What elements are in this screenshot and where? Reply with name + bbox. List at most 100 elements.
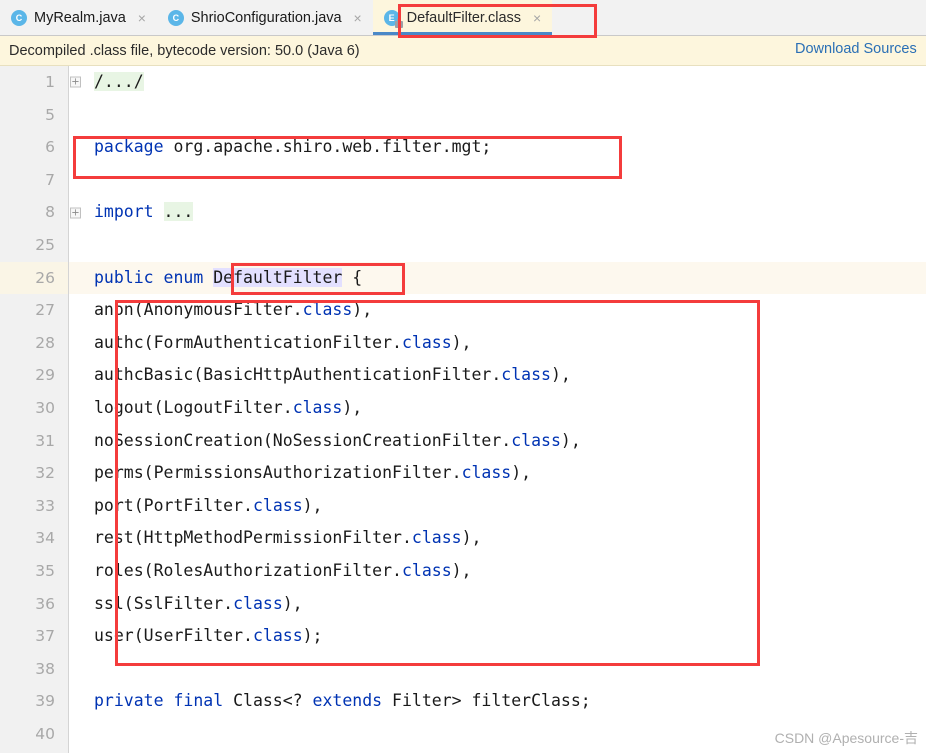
fold-cell — [68, 229, 83, 262]
code-line[interactable] — [83, 229, 926, 262]
fold-cell — [68, 685, 83, 718]
line-number-gutter: 1 5 6 7 8 25 26 27 28 29 30 31 32 33 34 35 36 37 38 39 40 — [0, 66, 68, 753]
line-number: 40 — [35, 724, 55, 743]
line-number: 35 — [35, 561, 55, 580]
code-token: class — [461, 463, 512, 483]
code-line[interactable]: noSessionCreation(NoSessionCreationFilte… — [83, 425, 926, 458]
line-number: 5 — [45, 105, 55, 124]
code-line[interactable] — [83, 164, 926, 197]
code-token: DefaultFilter — [213, 267, 343, 287]
code-line[interactable]: authc(FormAuthenticationFilter.class), — [83, 327, 926, 360]
fold-expand-icon[interactable]: + — [70, 207, 81, 219]
close-icon[interactable]: × — [352, 11, 364, 25]
code-token: class — [411, 528, 462, 548]
fold-cell — [68, 555, 83, 588]
fold-cell — [68, 294, 83, 327]
code-content-area[interactable]: /.../ package org.apache.shiro.web.filter… — [83, 66, 926, 753]
line-number: 34 — [35, 529, 55, 548]
watermark: CSDN @Apesource-吉 — [774, 730, 918, 746]
code-token: noSessionCreation(NoSessionCreationFilte… — [94, 430, 512, 450]
line-number: 26 — [0, 261, 68, 295]
code-token: ); — [302, 626, 323, 646]
line-number: 28 — [35, 333, 55, 352]
code-folding-column[interactable]: + + — [68, 66, 83, 753]
code-line[interactable]: /.../ — [83, 66, 926, 99]
line-number: 39 — [35, 692, 55, 711]
code-line[interactable]: ssl(SslFilter.class), — [83, 588, 926, 621]
line-number: 7 — [45, 170, 55, 189]
fold-cell — [68, 425, 83, 458]
gutter-separator — [68, 66, 69, 753]
line-number: 27 — [35, 301, 55, 320]
fold-cell — [68, 620, 83, 653]
code-line[interactable]: roles(RolesAuthorizationFilter.class), — [83, 555, 926, 588]
code-line[interactable]: authcBasic(BasicHttpAuthenticationFilter… — [83, 359, 926, 392]
code-line[interactable]: port(PortFilter.class), — [83, 490, 926, 523]
editor-tab-2[interactable]: E DefaultFilter.class × — [372, 0, 553, 35]
notification-message: Decompiled .class file, bytecode version… — [9, 42, 360, 59]
line-number: 29 — [35, 366, 55, 385]
code-line[interactable]: perms(PermissionsAuthorizationFilter.cla… — [83, 457, 926, 490]
fold-cell: + — [68, 66, 83, 99]
code-token: ), — [282, 593, 303, 613]
code-line[interactable] — [83, 99, 926, 132]
code-token: ), — [560, 430, 581, 450]
line-number: 33 — [35, 496, 55, 515]
code-line[interactable]: package org.apache.shiro.web.filter.mgt; — [83, 131, 926, 164]
fold-cell — [68, 392, 83, 425]
editor-tab-label: ShrioConfiguration.java — [190, 9, 342, 26]
code-token: { — [342, 267, 363, 287]
code-line[interactable]: import ... — [83, 196, 926, 229]
code-editor[interactable]: 1 5 6 7 8 25 26 27 28 29 30 31 32 33 34 35 36 37 38 39 40 + +… — [0, 66, 926, 753]
editor-tab-0[interactable]: C MyRealm.java × — [0, 0, 157, 35]
code-token: roles(RolesAuthorizationFilter. — [94, 560, 402, 580]
code-token: class — [292, 397, 343, 417]
code-token: authc(FormAuthenticationFilter. — [94, 332, 402, 352]
line-number: 32 — [35, 464, 55, 483]
code-token: import — [94, 202, 154, 222]
lock-badge-icon — [394, 17, 403, 28]
code-line[interactable]: user(UserFilter.class); — [83, 620, 926, 653]
close-icon[interactable]: × — [531, 11, 543, 25]
code-line[interactable] — [83, 653, 926, 686]
code-token: class — [501, 365, 551, 385]
editor-tab-label: MyRealm.java — [34, 9, 126, 26]
fold-cell — [68, 261, 83, 295]
fold-cell — [68, 718, 83, 751]
fold-cell — [68, 522, 83, 555]
code-line[interactable]: logout(LogoutFilter.class), — [83, 392, 926, 425]
line-number: 31 — [35, 431, 55, 450]
fold-cell — [68, 131, 83, 164]
fold-cell — [68, 490, 83, 523]
code-token: ), — [461, 528, 482, 548]
code-token: class — [401, 560, 452, 580]
code-token: class — [233, 593, 283, 613]
code-line[interactable]: public enum DefaultFilter { — [83, 261, 926, 295]
fold-expand-icon[interactable]: + — [70, 76, 81, 88]
code-token: perms(PermissionsAuthorizationFilter. — [94, 463, 462, 483]
code-token: ), — [352, 300, 373, 320]
code-token: port(PortFilter. — [94, 495, 253, 515]
code-token: ), — [451, 560, 472, 580]
line-number: 36 — [35, 594, 55, 613]
editor-tab-1[interactable]: C ShrioConfiguration.java × — [156, 0, 373, 35]
code-token: ), — [342, 397, 363, 417]
code-line[interactable]: rest(HttpMethodPermissionFilter.class), — [83, 522, 926, 555]
download-sources-link[interactable]: Download Sources — [795, 41, 917, 57]
close-icon[interactable]: × — [136, 11, 148, 25]
code-token: ... — [163, 202, 194, 222]
fold-cell: + — [68, 196, 83, 229]
code-token: anon(AnonymousFilter. — [94, 300, 303, 320]
editor-tab-bar: C MyRealm.java × C ShrioConfiguration.java × E… — [0, 0, 926, 36]
code-line[interactable]: anon(AnonymousFilter.class), — [83, 294, 926, 327]
line-number: 1 — [45, 73, 55, 91]
code-token: /.../ — [94, 72, 144, 91]
code-token: class — [511, 430, 561, 450]
java-class-icon: C — [11, 9, 27, 26]
code-token: ), — [451, 332, 472, 352]
decompiler-notification-bar: Decompiled .class file, bytecode version… — [0, 36, 926, 66]
code-token: ), — [550, 365, 571, 385]
code-token: ssl(SslFilter. — [94, 593, 234, 613]
code-line[interactable]: private final Class<? extends Filter> fi… — [83, 685, 926, 718]
code-token: ), — [511, 463, 532, 483]
